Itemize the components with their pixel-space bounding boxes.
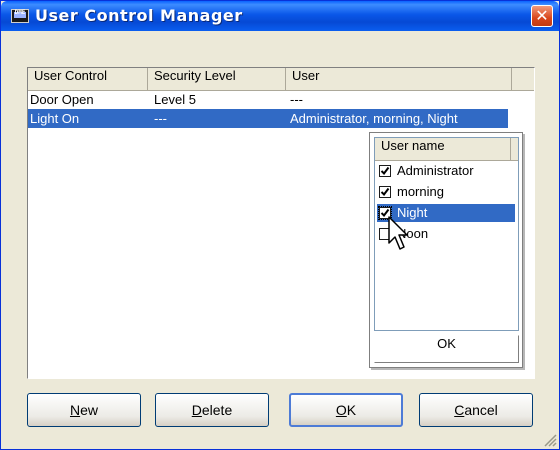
user-item-morning[interactable]: morning bbox=[377, 183, 515, 201]
new-label-rest: ew bbox=[80, 402, 99, 418]
cell-security-level: Level 5 bbox=[154, 92, 196, 107]
cell-user[interactable]: Administrator, morning, Night bbox=[290, 109, 508, 128]
close-icon: ✕ bbox=[535, 6, 549, 25]
ok-label-rest: K bbox=[346, 402, 357, 418]
window-title: User Control Manager bbox=[35, 6, 243, 25]
column-header-security-level[interactable]: Security Level bbox=[148, 68, 286, 90]
user-item-label: morning bbox=[397, 184, 444, 199]
user-item-administrator[interactable]: Administrator bbox=[377, 162, 515, 180]
ok-button[interactable]: OK bbox=[289, 393, 403, 427]
cell-user-control: Light On bbox=[30, 111, 80, 126]
delete-button[interactable]: Delete bbox=[155, 393, 269, 427]
cancel-mnemonic: C bbox=[454, 402, 465, 418]
close-button[interactable]: ✕ bbox=[531, 5, 553, 27]
title-bar[interactable]: DME User Control Manager ✕ bbox=[1, 1, 559, 31]
checkbox-morning[interactable] bbox=[379, 186, 391, 198]
mouse-pointer-icon bbox=[388, 216, 408, 250]
column-header-user[interactable]: User bbox=[286, 68, 512, 90]
list-row-door-open[interactable]: Door Open Level 5 --- bbox=[28, 90, 508, 109]
user-item-label: Administrator bbox=[397, 163, 474, 178]
dme-app-icon: DME bbox=[11, 9, 29, 23]
checkbox-administrator[interactable] bbox=[379, 165, 391, 177]
ok-mnemonic: O bbox=[335, 402, 347, 418]
cell-user: --- bbox=[290, 92, 303, 107]
column-header-user-control[interactable]: User Control bbox=[28, 68, 148, 90]
user-control-manager-window: DME User Control Manager ✕ User Control … bbox=[0, 0, 560, 450]
cancel-label-rest: ancel bbox=[464, 402, 498, 418]
list-row-light-on[interactable]: Light On --- Administrator, morning, Nig… bbox=[28, 109, 508, 128]
cancel-button[interactable]: Cancel bbox=[419, 393, 533, 427]
resize-grip-icon[interactable] bbox=[541, 431, 557, 447]
cell-security-level: --- bbox=[154, 111, 167, 126]
user-name-column-header[interactable]: User name bbox=[375, 138, 511, 160]
app-icon-text: DME bbox=[14, 9, 26, 16]
new-button[interactable]: New bbox=[27, 393, 141, 427]
delete-mnemonic: D bbox=[191, 402, 202, 418]
checkmark-icon bbox=[380, 166, 390, 176]
new-mnemonic: N bbox=[69, 402, 81, 418]
list-header: User Control Security Level User bbox=[28, 68, 534, 91]
delete-label-rest: elete bbox=[201, 402, 233, 418]
checkmark-icon bbox=[380, 187, 390, 197]
cell-user-control: Door Open bbox=[30, 92, 94, 107]
popup-ok-button[interactable]: OK bbox=[374, 335, 519, 363]
user-name-header: User name bbox=[375, 138, 518, 161]
